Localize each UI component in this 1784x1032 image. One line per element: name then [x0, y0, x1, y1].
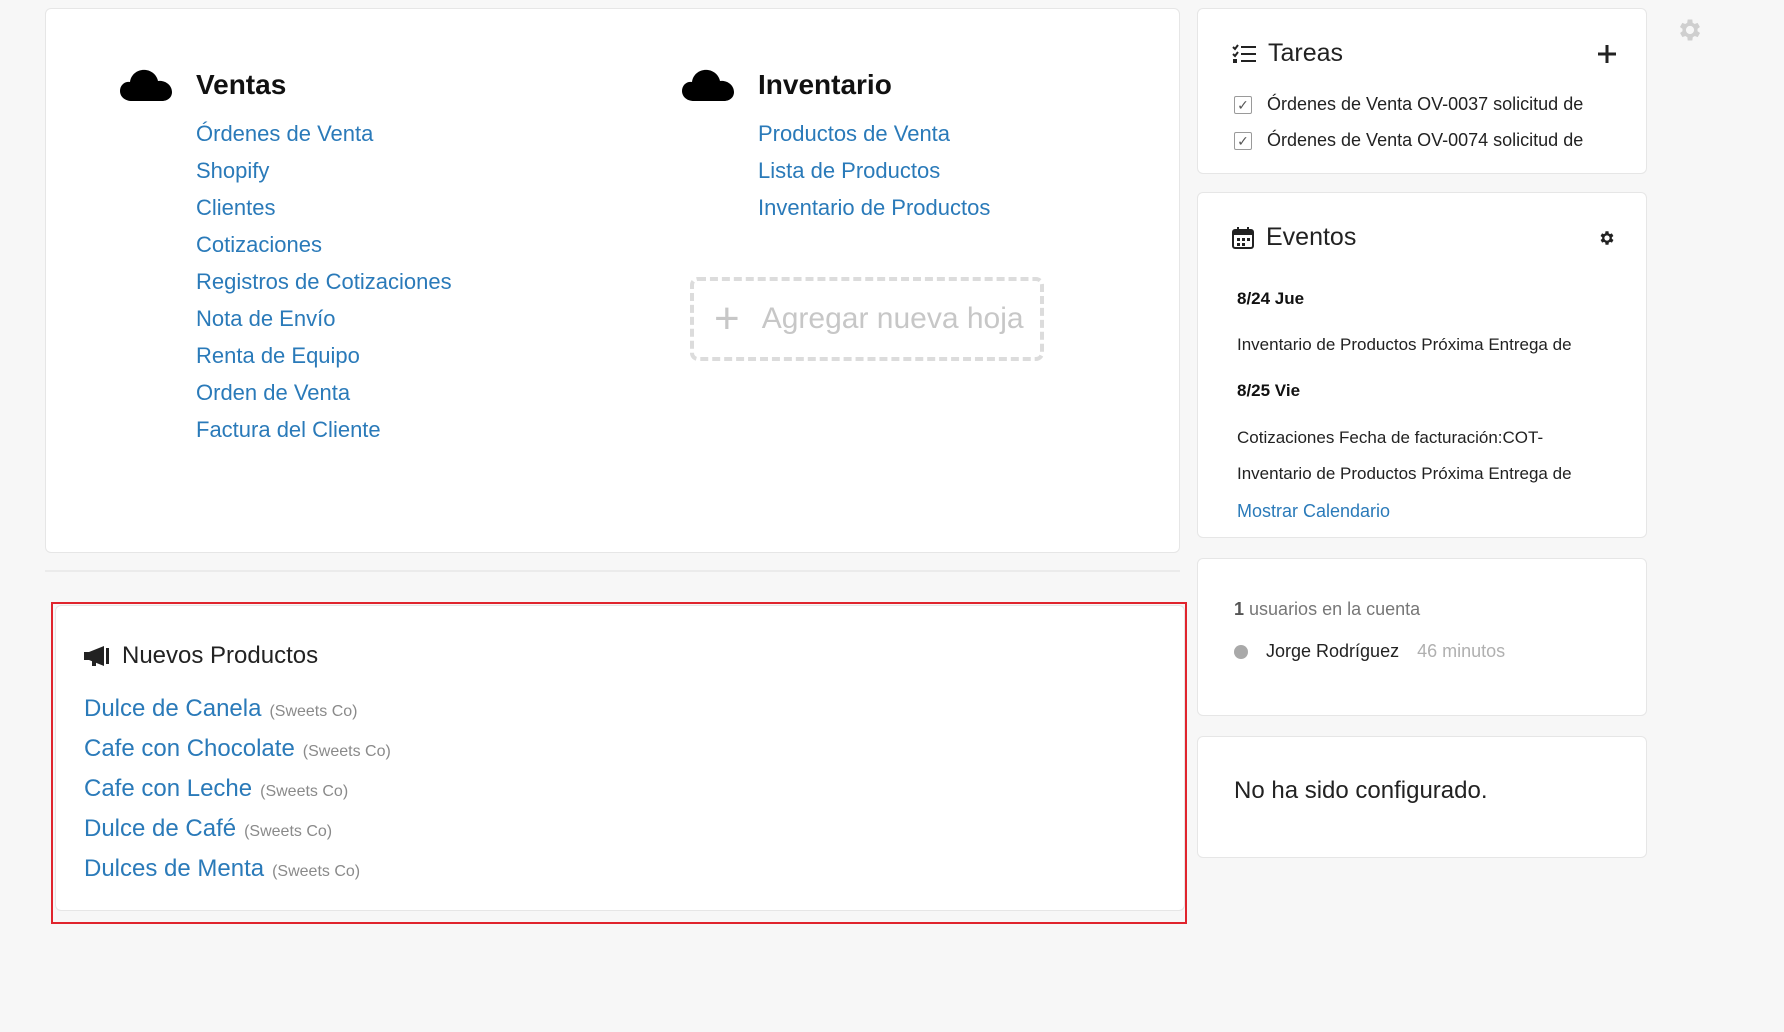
new-products-list: Dulce de Canela (Sweets Co) Cafe con Choc… — [84, 690, 391, 890]
task-item[interactable]: ✓ Órdenes de Venta OV-0037 solicitud de — [1234, 94, 1583, 115]
sheet-link-factura-del-cliente[interactable]: Factura del Cliente — [196, 417, 381, 442]
calendar-icon — [1232, 226, 1254, 249]
product-vendor: (Sweets Co) — [244, 823, 333, 840]
sheet-link-clientes[interactable]: Clientes — [196, 195, 275, 220]
sheet-link-shopify[interactable]: Shopify — [196, 158, 269, 183]
sheet-link-productos-de-venta[interactable]: Productos de Venta — [758, 121, 950, 146]
add-task-plus-icon[interactable] — [1598, 45, 1616, 63]
task-item[interactable]: ✓ Órdenes de Venta OV-0074 solicitud de — [1234, 130, 1583, 151]
sheet-link-ordenes-de-venta[interactable]: Órdenes de Venta — [196, 121, 373, 146]
user-row[interactable]: Jorge Rodríguez 46 minutos — [1234, 641, 1505, 662]
user-name: Jorge Rodríguez — [1266, 641, 1400, 661]
group-links: Órdenes de Venta Shopify Clientes Cotiza… — [196, 115, 452, 448]
add-sheet-label: Agregar nueva hoja — [761, 302, 1024, 335]
group-links: Productos de Venta Lista de Productos In… — [758, 115, 990, 226]
checklist-icon — [1232, 43, 1256, 63]
user-count-number: 1 — [1234, 599, 1245, 619]
product-link[interactable]: Dulce de Café — [84, 815, 236, 842]
product-link[interactable]: Dulces de Menta — [84, 855, 264, 882]
new-products-card: Nuevos Productos Dulce de Canela (Sweets … — [55, 605, 1185, 911]
sheet-link-orden-de-venta[interactable]: Orden de Venta — [196, 380, 350, 405]
event-item[interactable]: Inventario de Productos Próxima Entrega … — [1237, 464, 1572, 484]
gear-icon[interactable] — [1598, 229, 1616, 247]
event-date: 8/25 Vie — [1237, 381, 1301, 400]
list-item: Dulces de Menta (Sweets Co) — [84, 850, 391, 890]
task-label: Órdenes de Venta OV-0074 solicitud de — [1267, 130, 1584, 150]
event-item[interactable]: Inventario de Productos Próxima Entrega … — [1237, 335, 1572, 355]
event-item[interactable]: Cotizaciones Fecha de facturación:COT- — [1237, 428, 1543, 448]
events-card: Eventos 8/24 Jue Inventario de Productos… — [1197, 192, 1647, 538]
user-count-text: usuarios en la cuenta — [1249, 599, 1421, 619]
group-header: Inventario — [682, 67, 990, 103]
group-title: Inventario — [758, 69, 892, 100]
product-vendor: (Sweets Co) — [260, 783, 349, 800]
divider — [45, 570, 1180, 572]
new-products-header: Nuevos Productos — [84, 642, 318, 670]
status-dot-icon — [1234, 644, 1248, 659]
events-title: Eventos — [1266, 223, 1357, 251]
product-vendor: (Sweets Co) — [302, 743, 391, 760]
plus-icon: + — [714, 294, 740, 343]
sheet-link-cotizaciones[interactable]: Cotizaciones — [196, 232, 322, 257]
tasks-header: Tareas — [1232, 39, 1343, 68]
unconfigured-card: No ha sido configurado. — [1197, 736, 1647, 858]
list-item: Cafe con Chocolate (Sweets Co) — [84, 730, 391, 770]
sheet-link-lista-de-productos[interactable]: Lista de Productos — [758, 158, 940, 183]
tasks-card: Tareas ✓ Órdenes de Venta OV-0037 solici… — [1197, 8, 1647, 174]
megaphone-icon — [84, 646, 109, 666]
checkbox-checked-icon[interactable]: ✓ — [1234, 131, 1252, 150]
sheet-link-registros-de-cotizaciones[interactable]: Registros de Cotizaciones — [196, 269, 452, 294]
sheet-group-ventas: Ventas Órdenes de Venta Shopify Clientes… — [120, 67, 452, 448]
show-calendar-link[interactable]: Mostrar Calendario — [1237, 501, 1390, 522]
list-item: Dulce de Canela (Sweets Co) — [84, 690, 391, 730]
cloud-icon — [120, 69, 172, 101]
user-count: 1 usuarios en la cuenta — [1234, 599, 1420, 620]
sheet-group-inventario: Inventario Productos de Venta Lista de P… — [682, 67, 990, 226]
product-vendor: (Sweets Co) — [272, 863, 361, 880]
users-card: 1 usuarios en la cuenta Jorge Rodríguez … — [1197, 558, 1647, 716]
add-sheet-button[interactable]: + Agregar nueva hoja — [690, 277, 1044, 361]
group-header: Ventas — [120, 67, 452, 103]
cloud-icon — [682, 69, 734, 101]
events-header: Eventos — [1232, 223, 1356, 252]
checkbox-checked-icon[interactable]: ✓ — [1234, 95, 1252, 114]
product-link[interactable]: Cafe con Leche — [84, 775, 252, 802]
sheet-link-renta-de-equipo[interactable]: Renta de Equipo — [196, 343, 360, 368]
settings-gear-icon[interactable] — [1676, 16, 1704, 44]
event-date: 8/24 Jue — [1237, 289, 1305, 308]
product-vendor: (Sweets Co) — [269, 703, 358, 720]
user-last-seen: 46 minutos — [1417, 641, 1506, 661]
product-link[interactable]: Dulce de Canela — [84, 695, 261, 722]
task-label: Órdenes de Venta OV-0037 solicitud de — [1267, 94, 1584, 114]
product-link[interactable]: Cafe con Chocolate — [84, 735, 295, 762]
sheet-link-nota-de-envio[interactable]: Nota de Envío — [196, 306, 335, 331]
list-item: Cafe con Leche (Sweets Co) — [84, 770, 391, 810]
list-item: Dulce de Café (Sweets Co) — [84, 810, 391, 850]
group-title: Ventas — [196, 69, 287, 100]
sheet-link-inventario-de-productos[interactable]: Inventario de Productos — [758, 195, 990, 220]
not-configured-message: No ha sido configurado. — [1234, 777, 1488, 804]
tasks-title: Tareas — [1268, 39, 1344, 67]
new-products-title: Nuevos Productos — [122, 642, 319, 669]
